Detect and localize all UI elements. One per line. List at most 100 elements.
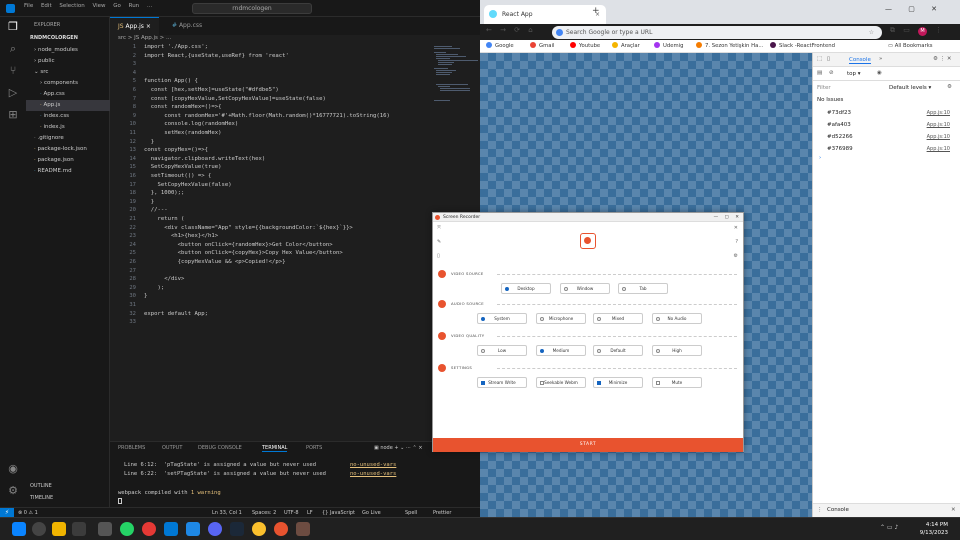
file-tree-item[interactable]: · index.js bbox=[26, 122, 110, 133]
file-tree-item[interactable]: › node_modules bbox=[26, 45, 110, 56]
account-icon[interactable]: ◉ bbox=[6, 463, 20, 475]
option-radio[interactable]: Medium bbox=[536, 345, 586, 356]
console-log-source[interactable]: App.js:10 bbox=[927, 122, 950, 128]
option-checkbox[interactable]: Stream Write bbox=[477, 377, 527, 388]
extensions-icon[interactable]: ⊞ bbox=[6, 109, 20, 121]
option-radio[interactable]: Mixed bbox=[593, 313, 643, 324]
live-expression-icon[interactable]: ◉ bbox=[877, 70, 882, 76]
outline-section[interactable]: OUTLINE bbox=[30, 483, 52, 489]
console-filter-input[interactable]: Filter bbox=[817, 83, 887, 93]
recorder-window-controls[interactable]: — ▢ ✕ bbox=[714, 213, 739, 222]
minimap[interactable] bbox=[432, 44, 478, 104]
drawer-menu-icon[interactable]: ⋮ bbox=[817, 507, 823, 513]
clock[interactable]: 4:14 PM 9/13/2023 bbox=[920, 521, 948, 537]
eslint-rule[interactable]: no-unused-vars bbox=[350, 471, 396, 477]
start-button[interactable]: START bbox=[433, 438, 743, 452]
project-folder[interactable]: RNDMCOLORGEN bbox=[30, 35, 78, 41]
file-tree-item[interactable]: · package.json bbox=[26, 155, 110, 166]
option-radio[interactable]: No Audio bbox=[652, 313, 702, 324]
bookmark-item[interactable]: Araçlar bbox=[612, 40, 640, 53]
source-control-icon[interactable]: ⑂ bbox=[6, 65, 20, 77]
run-debug-icon[interactable]: ▷ bbox=[6, 87, 20, 99]
file-tree-item[interactable]: · App.css bbox=[26, 89, 110, 100]
panel-tab[interactable]: DEBUG CONSOLE bbox=[198, 445, 242, 451]
new-tab-button[interactable]: + bbox=[592, 6, 600, 16]
console-log-source[interactable]: App.js:10 bbox=[927, 110, 950, 116]
app-taskbar-icon[interactable] bbox=[296, 522, 310, 536]
help-icon[interactable]: ? bbox=[735, 239, 738, 245]
breadcrumb[interactable]: src > JS App.js > ... bbox=[118, 35, 171, 41]
file-tree-item[interactable]: · package-lock.json bbox=[26, 144, 110, 155]
manage-gear-icon[interactable]: ⚙ bbox=[6, 485, 20, 497]
console-log-source[interactable]: App.js:10 bbox=[927, 134, 950, 140]
search-taskbar-icon[interactable] bbox=[32, 522, 46, 536]
clear-console-icon[interactable]: ⊘ bbox=[829, 70, 834, 76]
file-tree-item[interactable]: · App.js bbox=[26, 100, 110, 111]
bookmark-all[interactable]: ▭ All Bookmarks bbox=[888, 40, 933, 53]
pin-icon[interactable]: ⤧ bbox=[437, 225, 441, 231]
recorder-taskbar-icon[interactable] bbox=[274, 522, 288, 536]
start-menu-icon[interactable] bbox=[12, 522, 26, 536]
vscode-taskbar-icon[interactable] bbox=[164, 522, 178, 536]
bookmark-item[interactable]: Udemig bbox=[654, 40, 684, 53]
file-tree-item[interactable]: · README.md bbox=[26, 166, 110, 177]
bookmark-item[interactable]: Youtube bbox=[570, 40, 600, 53]
tab-app-js[interactable]: JS App.js × bbox=[110, 17, 159, 35]
option-radio[interactable]: Microphone bbox=[536, 313, 586, 324]
terminal-output[interactable]: Line 6:12: 'pTagState' is assigned a val… bbox=[124, 462, 474, 480]
file-tree-item[interactable]: › components bbox=[26, 78, 110, 89]
panel-tab[interactable]: PORTS bbox=[306, 445, 322, 451]
more-tabs-icon[interactable]: » bbox=[879, 56, 882, 62]
panel-tab[interactable]: TERMINAL bbox=[262, 445, 288, 452]
console-settings-icon[interactable]: ⚙ bbox=[947, 84, 952, 90]
timeline-section[interactable]: TIMELINE bbox=[30, 495, 53, 501]
console-prompt-icon[interactable]: › bbox=[819, 155, 821, 161]
tab-app-css[interactable]: # App.css bbox=[164, 17, 210, 35]
bookmark-item[interactable]: Google bbox=[486, 40, 514, 53]
edit-icon[interactable]: ✎ bbox=[437, 239, 441, 245]
drawer-close-icon[interactable]: ✕ bbox=[951, 507, 956, 513]
panel-tab[interactable]: PROBLEMS bbox=[118, 445, 145, 451]
sidebar-toggle-icon[interactable]: ▤ bbox=[817, 70, 822, 76]
opera-icon[interactable] bbox=[142, 522, 156, 536]
bookmark-item[interactable]: Slack -ReactFrontend bbox=[770, 40, 835, 53]
terminal-app-icon[interactable] bbox=[98, 522, 112, 536]
command-center-search[interactable]: rndmcologen bbox=[192, 3, 312, 14]
file-tree-item[interactable]: · .gitignore bbox=[26, 133, 110, 144]
menu-bar[interactable]: File Edit Selection View Go Run … bbox=[24, 3, 152, 9]
device-toggle-icon[interactable]: ▯ bbox=[827, 56, 830, 62]
nav-buttons[interactable]: ← → ⟳ ⌂ bbox=[486, 26, 533, 34]
discord-icon[interactable] bbox=[208, 522, 222, 536]
profile-avatar[interactable]: M bbox=[918, 27, 928, 36]
file-tree-item[interactable]: › public bbox=[26, 56, 110, 67]
option-checkbox[interactable]: Seekable Webm bbox=[536, 377, 586, 388]
whatsapp-icon[interactable] bbox=[120, 522, 134, 536]
inspect-icon[interactable]: ⬚ bbox=[817, 56, 822, 62]
bookmark-item[interactable]: 7. Sezon Yetişkin Ha... bbox=[696, 40, 763, 53]
steam-icon[interactable] bbox=[230, 522, 244, 536]
toolbar-extensions[interactable]: ⧉ ▭ M ⋮ bbox=[890, 26, 942, 36]
tray-icons[interactable]: ⌃ ▭ ♪ bbox=[880, 524, 898, 531]
option-radio[interactable]: Default bbox=[593, 345, 643, 356]
star-icon[interactable]: ☆ bbox=[869, 26, 874, 39]
option-radio[interactable]: Low bbox=[477, 345, 527, 356]
address-bar[interactable]: Search Google or type a URL ☆ bbox=[552, 26, 882, 39]
console-log-source[interactable]: App.js:10 bbox=[927, 146, 950, 152]
mail-icon[interactable] bbox=[186, 522, 200, 536]
task-view-icon[interactable] bbox=[72, 522, 86, 536]
option-radio[interactable]: Desktop bbox=[501, 283, 551, 294]
option-radio[interactable]: Tab bbox=[618, 283, 668, 294]
terminal-selector[interactable]: ▣ node + ⌄ ⋯ ⌃ × bbox=[374, 445, 423, 451]
option-radio[interactable]: High bbox=[652, 345, 702, 356]
devtools-tab-console[interactable]: Console bbox=[849, 57, 871, 64]
drawer-tab-console[interactable]: Console bbox=[827, 507, 849, 513]
explorer-icon[interactable]: ❐ bbox=[6, 21, 20, 33]
option-checkbox[interactable]: Minimize bbox=[593, 377, 643, 388]
eslint-rule[interactable]: no-unused-vars bbox=[350, 462, 396, 468]
close-small-icon[interactable]: ✕ bbox=[734, 225, 738, 231]
log-levels-select[interactable]: Default levels ▾ bbox=[889, 85, 931, 91]
file-tree-item[interactable]: ⌄ src bbox=[26, 67, 110, 78]
file-tree-item[interactable]: · index.css bbox=[26, 111, 110, 122]
option-radio[interactable]: Window bbox=[560, 283, 610, 294]
chrome-taskbar-icon[interactable] bbox=[252, 522, 266, 536]
